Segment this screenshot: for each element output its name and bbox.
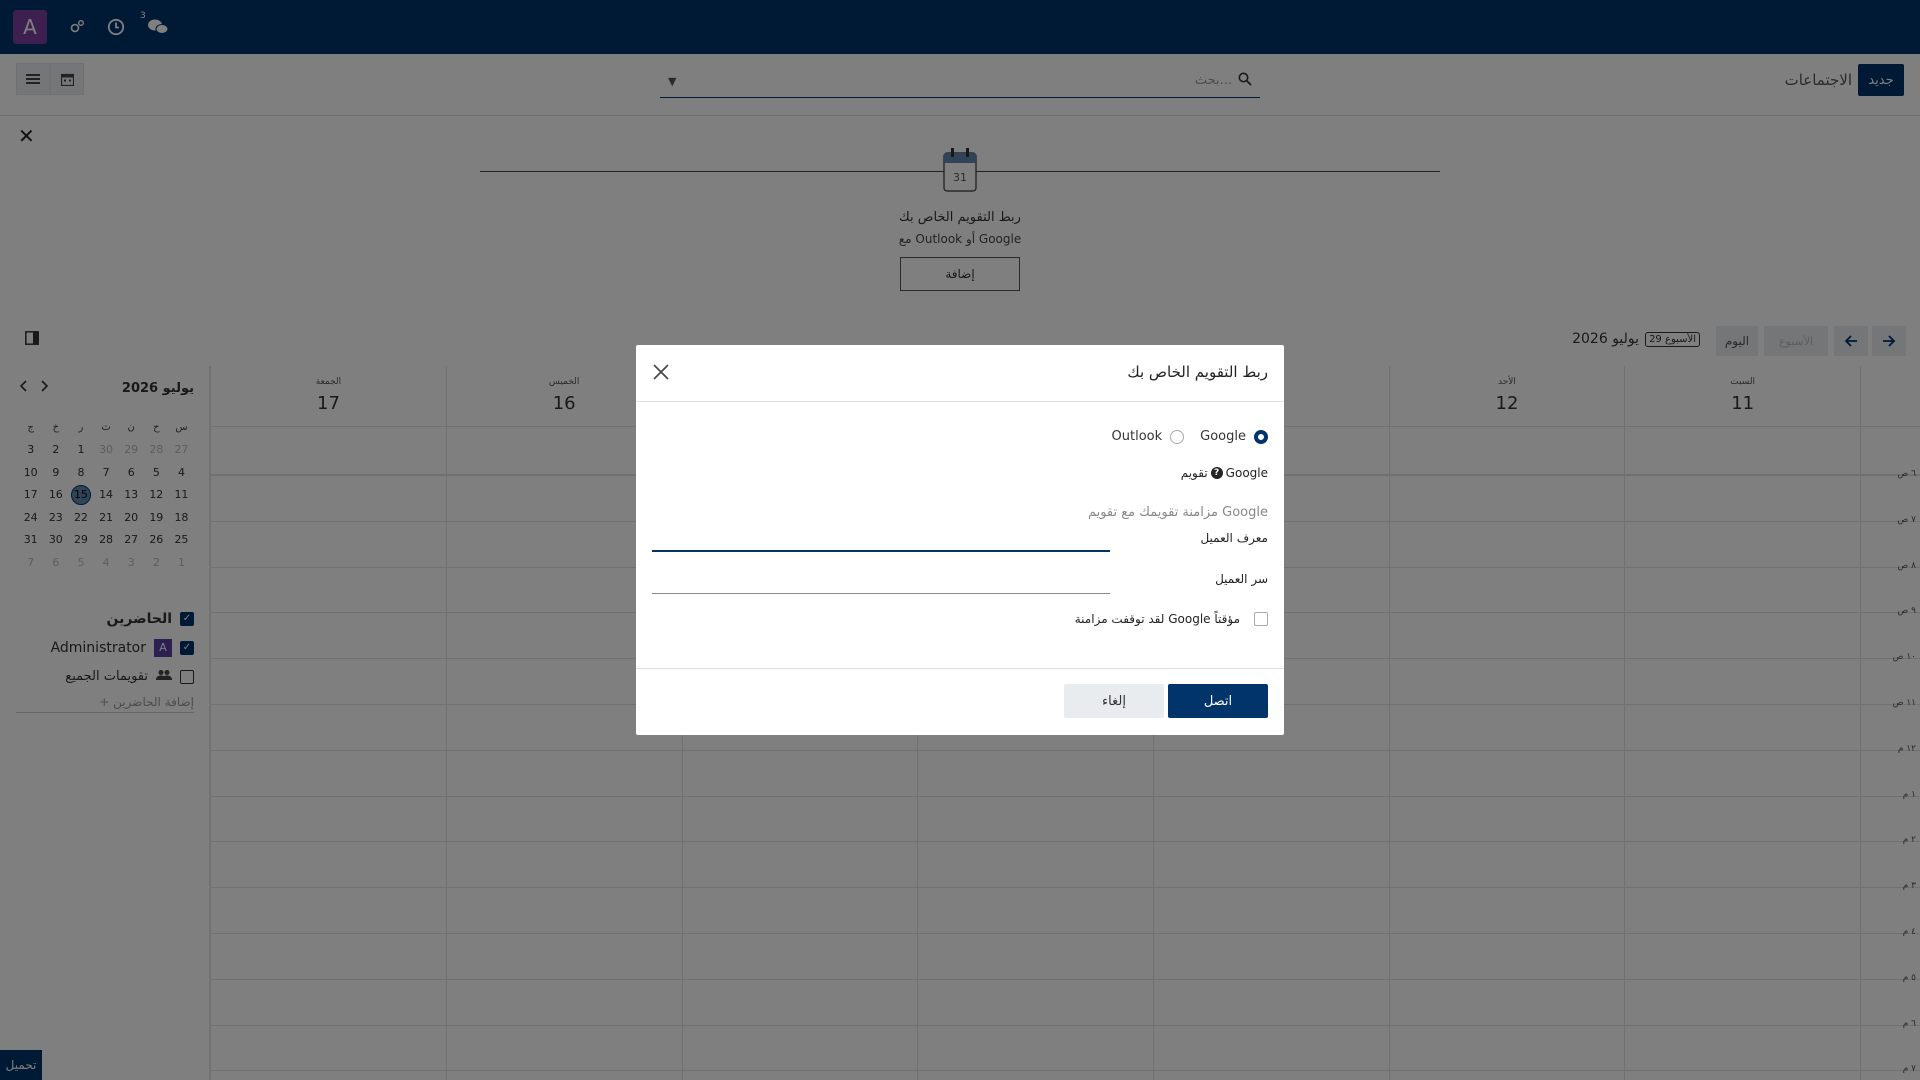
connect-calendar-dialog: ربط التقويم الخاص بك Google Outlook تقوي… (636, 345, 1284, 735)
client-id-field[interactable] (652, 550, 1110, 552)
provider-options: Google Outlook (1112, 429, 1268, 444)
google-calendar-section-label: تقويم ? Google (1181, 466, 1268, 480)
sync-paused-label: لقد توقفت مزامنة Google مؤقتاً (1074, 612, 1240, 626)
sync-paused-row: لقد توقفت مزامنة Google مؤقتاً (1075, 612, 1268, 626)
connect-button[interactable]: اتصل (1168, 684, 1268, 718)
sync-paused-checkbox[interactable] (1254, 612, 1268, 626)
gcal-label-brand: Google (1225, 466, 1268, 480)
dialog-footer: اتصل إلغاء (636, 668, 1284, 735)
google-sync-description: مزامنة تقويمك مع تقويم Google (1087, 505, 1268, 520)
close-icon[interactable] (650, 361, 672, 383)
outlook-option-label[interactable]: Outlook (1112, 429, 1163, 444)
google-radio[interactable] (1254, 429, 1268, 444)
gcal-label-prefix: تقويم (1180, 466, 1208, 480)
client-secret-label: سر العميل (1215, 572, 1268, 586)
client-secret-field[interactable] (652, 593, 1110, 594)
cancel-button[interactable]: إلغاء (1064, 684, 1164, 718)
outlook-radio[interactable] (1170, 429, 1185, 444)
dialog-title: ربط التقويم الخاص بك (1127, 363, 1268, 381)
client-id-label: معرف العميل (1200, 531, 1268, 545)
dialog-header: ربط التقويم الخاص بك (636, 345, 1284, 402)
google-option-label[interactable]: Google (1200, 429, 1246, 444)
help-icon[interactable]: ? (1210, 467, 1223, 479)
